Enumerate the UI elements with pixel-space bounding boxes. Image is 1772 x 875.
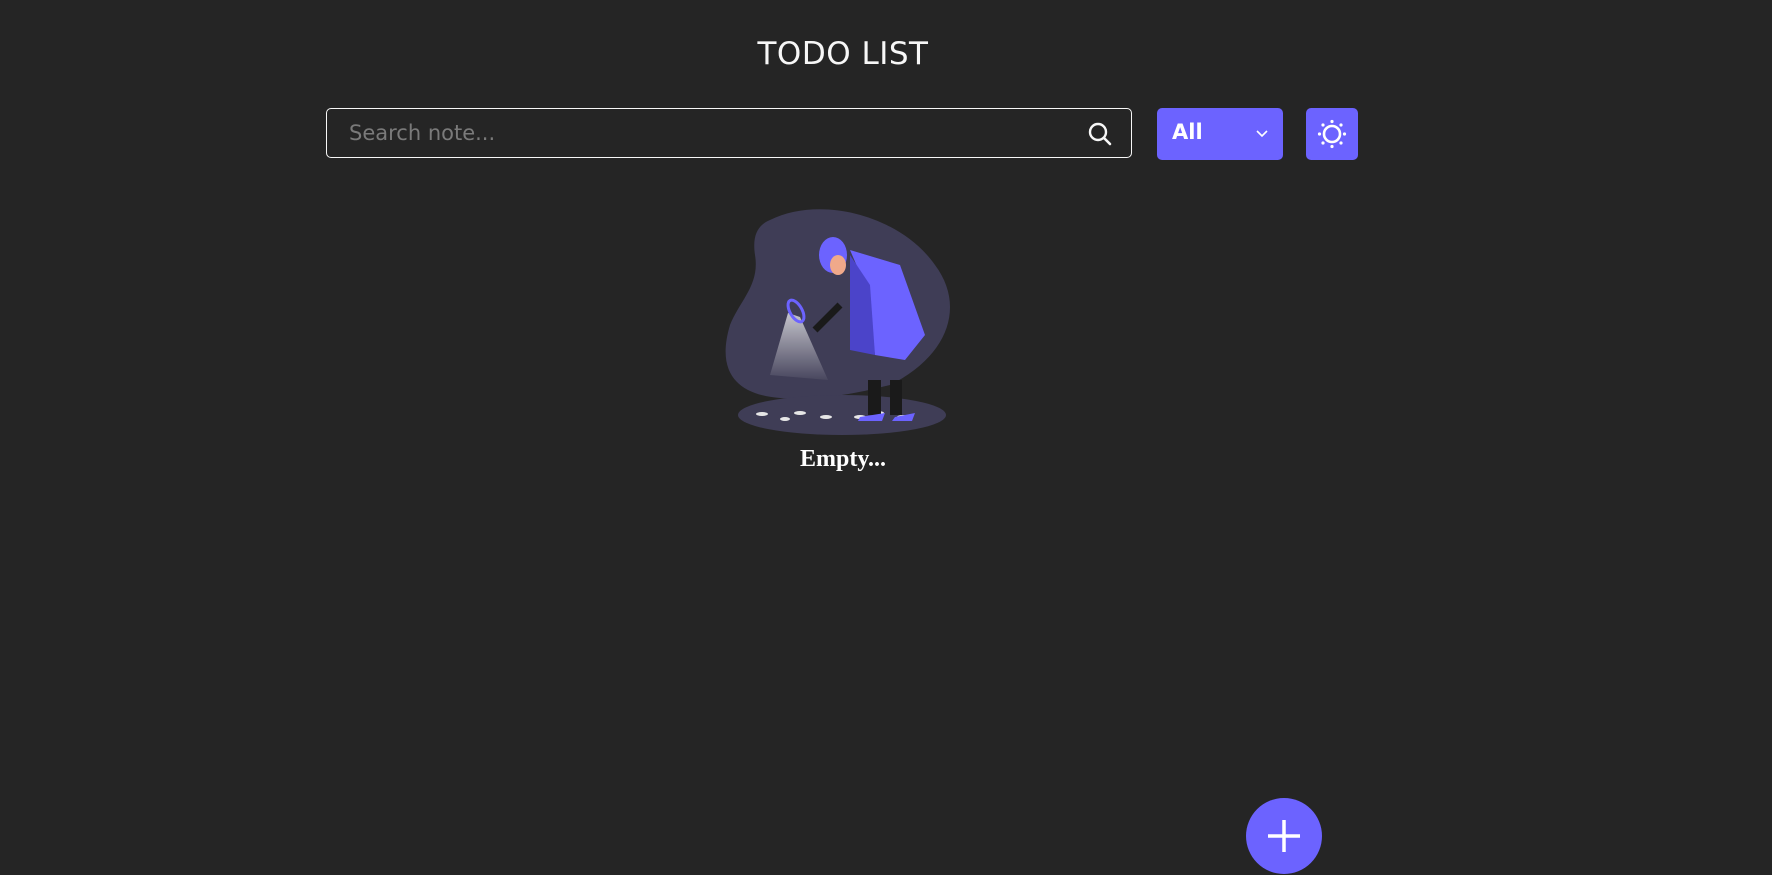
empty-state-text: Empty...: [799, 446, 886, 472]
search-input[interactable]: [327, 109, 1067, 157]
search-icon[interactable]: [1087, 121, 1113, 147]
chevron-down-icon: [1256, 130, 1268, 138]
add-note-button[interactable]: [1246, 798, 1322, 874]
search-box: [326, 108, 1132, 158]
filter-selected-value: All: [1172, 120, 1203, 144]
plus-icon: [1268, 820, 1300, 852]
sun-icon: [1317, 119, 1347, 149]
theme-toggle-button[interactable]: [1306, 108, 1358, 160]
detective-illustration: [725, 209, 950, 435]
page-title: TODO LIST: [757, 36, 929, 72]
filter-select[interactable]: All: [1157, 108, 1283, 160]
